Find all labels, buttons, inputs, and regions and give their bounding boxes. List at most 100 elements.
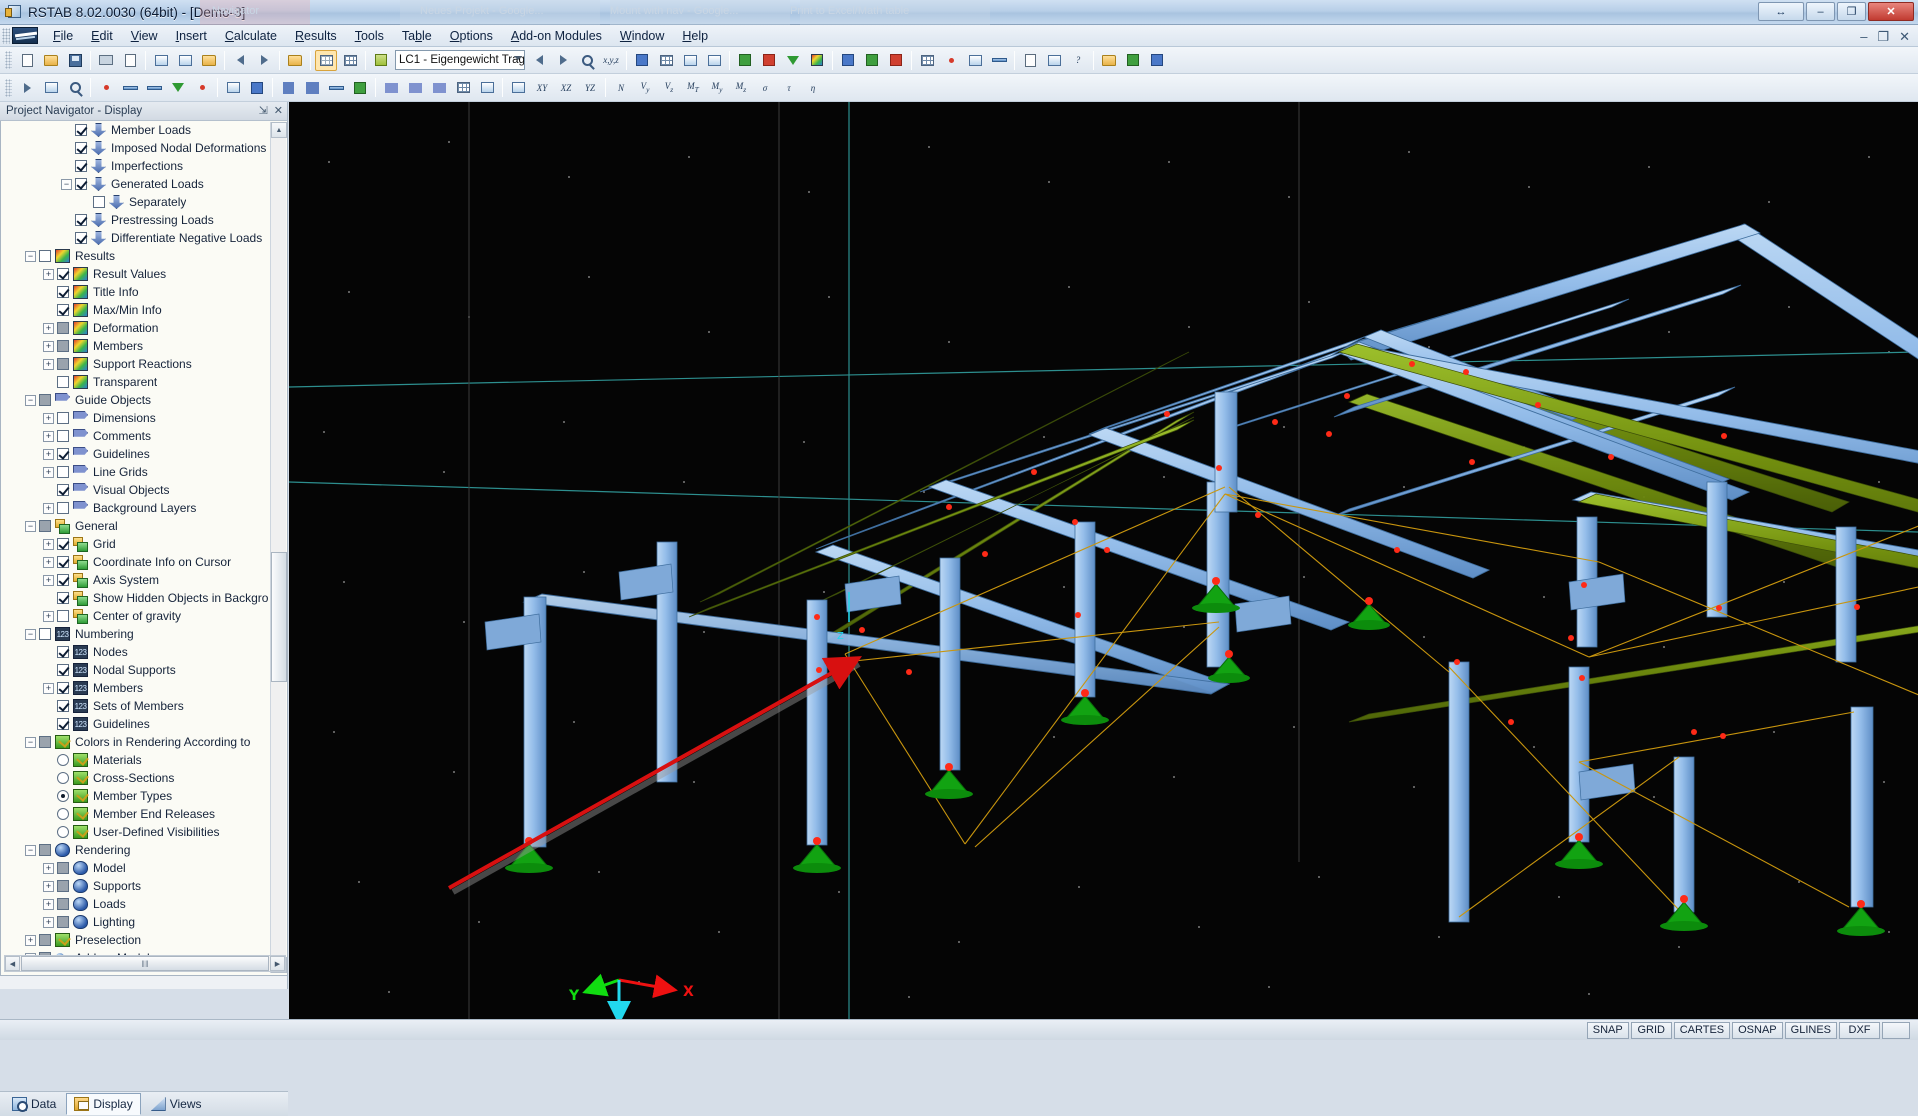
collapse-icon[interactable]: − (25, 395, 36, 406)
settings-icon[interactable] (1043, 50, 1065, 71)
expand-icon[interactable]: + (43, 503, 54, 514)
tree-item-preselection[interactable]: +Preselection (1, 931, 269, 949)
tree-checkbox[interactable] (39, 520, 51, 532)
tree-item-show-hidden-objects-in-backgroun[interactable]: Show Hidden Objects in Backgroun (1, 589, 269, 607)
tree-item-center-of-gravity[interactable]: +Center of gravity (1, 607, 269, 625)
tree-item-dimensions[interactable]: +Dimensions (1, 409, 269, 427)
tree-item-member-types[interactable]: Member Types (1, 787, 269, 805)
navigator-close-icon[interactable]: ✕ (274, 104, 283, 117)
tree-checkbox[interactable] (57, 700, 69, 712)
ratio-icon[interactable]: η (802, 77, 824, 98)
next-case-icon[interactable] (552, 50, 574, 71)
pan-icon[interactable] (40, 77, 62, 98)
menu-item-tools[interactable]: Tools (346, 26, 393, 46)
tree-checkbox[interactable] (57, 412, 69, 424)
menu-item-options[interactable]: Options (441, 26, 502, 46)
save-icon[interactable] (64, 50, 86, 71)
support-reactions-icon[interactable] (782, 50, 804, 71)
tree-checkbox[interactable] (57, 862, 69, 874)
menu-item-window[interactable]: Window (611, 26, 673, 46)
expand-icon[interactable]: + (43, 323, 54, 334)
vy-force-icon[interactable]: Vy (634, 77, 656, 98)
tree-checkbox[interactable] (75, 160, 87, 172)
status-cell-snap[interactable]: SNAP (1587, 1022, 1629, 1039)
expand-icon[interactable]: + (43, 683, 54, 694)
tree-checkbox[interactable] (57, 268, 69, 280)
tables-icon[interactable] (284, 50, 306, 71)
tree-item-member-end-releases[interactable]: Member End Releases (1, 805, 269, 823)
grid-toggle-icon[interactable] (916, 50, 938, 71)
line-grid-icon[interactable] (452, 77, 474, 98)
menu-item-results[interactable]: Results (286, 26, 346, 46)
view-3d-icon[interactable] (507, 77, 529, 98)
tree-item-cross-sections[interactable]: Cross-Sections (1, 769, 269, 787)
tree-item-members[interactable]: +Members (1, 337, 269, 355)
tree-checkbox[interactable] (75, 214, 87, 226)
tree-checkbox[interactable] (39, 394, 51, 406)
vz-force-icon[interactable]: Vz (658, 77, 680, 98)
mz-moment-icon[interactable]: Mz (730, 77, 752, 98)
member-load-icon[interactable] (301, 77, 323, 98)
mdi-minimize-button[interactable]: – (1860, 29, 1867, 45)
model-render-svg[interactable]: X Y Z Z (289, 102, 1918, 1019)
tree-checkbox[interactable] (57, 286, 69, 298)
nodal-load-icon[interactable] (277, 77, 299, 98)
tree-item-visual-objects[interactable]: Visual Objects (1, 481, 269, 499)
result-table-icon[interactable] (339, 50, 361, 71)
tree-checkbox[interactable] (57, 376, 69, 388)
tree-item-max-min-info[interactable]: Max/Min Info (1, 301, 269, 319)
expand-icon[interactable]: + (43, 917, 54, 928)
data-table-icon[interactable] (315, 50, 337, 71)
tree-item-deformation[interactable]: +Deformation (1, 319, 269, 337)
tree-checkbox[interactable] (57, 916, 69, 928)
tree-item-generated-loads[interactable]: −Generated Loads (1, 175, 269, 193)
scroll-left-icon[interactable]: ◀ (5, 956, 20, 971)
tree-item-model[interactable]: +Model (1, 859, 269, 877)
tree-item-supports[interactable]: +Supports (1, 877, 269, 895)
expand-icon[interactable]: + (43, 449, 54, 460)
tree-item-materials[interactable]: Materials (1, 751, 269, 769)
tree-item-loads[interactable]: +Loads (1, 895, 269, 913)
node-icon[interactable] (95, 77, 117, 98)
tree-checkbox[interactable] (57, 340, 69, 352)
minimize-button[interactable]: – (1806, 2, 1835, 21)
tree-radio[interactable] (57, 790, 69, 802)
tab-data[interactable]: Data (4, 1093, 64, 1115)
tree-item-grid[interactable]: +Grid (1, 535, 269, 553)
tree-item-title-info[interactable]: Title Info (1, 283, 269, 301)
menu-item-view[interactable]: View (122, 26, 167, 46)
expand-icon[interactable]: + (43, 467, 54, 478)
tree-item-background-layers[interactable]: +Background Layers (1, 499, 269, 517)
tree-item-results[interactable]: −Results (1, 247, 269, 265)
expand-icon[interactable]: + (43, 863, 54, 874)
tree-checkbox[interactable] (57, 448, 69, 460)
scroll-right-icon[interactable]: ▶ (270, 956, 285, 971)
prev-case-icon[interactable] (528, 50, 550, 71)
load-case-icon[interactable] (370, 50, 392, 71)
menu-item-help[interactable]: Help (673, 26, 717, 46)
tree-checkbox[interactable] (57, 610, 69, 622)
stop-icon[interactable] (885, 50, 907, 71)
collapse-icon[interactable]: − (25, 845, 36, 856)
solid-icon[interactable] (679, 50, 701, 71)
tree-checkbox[interactable] (57, 718, 69, 730)
view-xz-icon[interactable]: XZ (555, 77, 577, 98)
model-viewport-3d[interactable]: X Y Z Z (289, 102, 1918, 1019)
new-file-icon[interactable] (16, 50, 38, 71)
comment-icon[interactable] (404, 77, 426, 98)
tree-checkbox[interactable] (75, 232, 87, 244)
my-moment-icon[interactable]: My (706, 77, 728, 98)
tree-item-lighting[interactable]: +Lighting (1, 913, 269, 931)
tree-item-nodal-supports[interactable]: 123Nodal Supports (1, 661, 269, 679)
tree-checkbox[interactable] (39, 736, 51, 748)
dimension-icon[interactable] (380, 77, 402, 98)
print-preview-icon[interactable] (119, 50, 141, 71)
support-icon[interactable] (167, 77, 189, 98)
copy-icon[interactable] (174, 50, 196, 71)
expand-icon[interactable]: + (43, 431, 54, 442)
tree-item-differentiate-negative-loads[interactable]: Differentiate Negative Loads (1, 229, 269, 247)
mdi-close-button[interactable]: ✕ (1899, 29, 1910, 45)
tree-item-separately[interactable]: Separately (1, 193, 269, 211)
undo-icon[interactable] (229, 50, 251, 71)
vertical-scroll-thumb[interactable] (271, 552, 287, 682)
